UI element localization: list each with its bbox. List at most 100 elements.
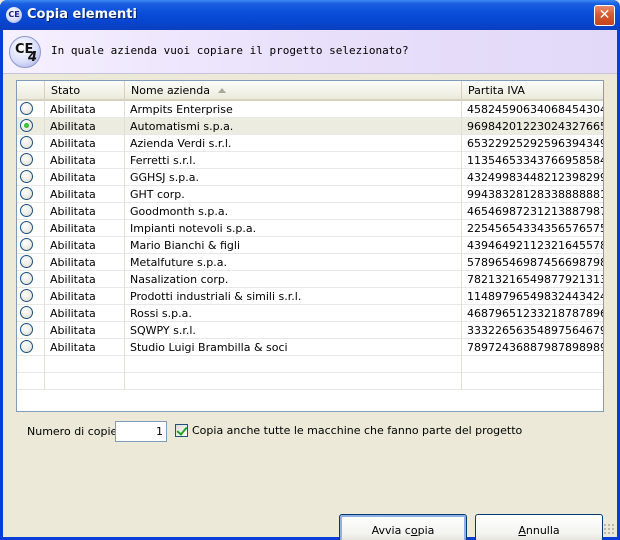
row-radio-cell[interactable] bbox=[17, 254, 45, 271]
row-nome: Prodotti industriali & simili s.r.l. bbox=[125, 288, 462, 305]
table-row[interactable]: Abilitata GHT corp. 99438328128338888881 bbox=[17, 186, 603, 203]
row-select-radio[interactable] bbox=[20, 323, 33, 336]
row-piva: 45824590634068454304 bbox=[467, 103, 603, 116]
copies-label: Numero di copie: bbox=[27, 425, 122, 438]
row-stato: Abilitata bbox=[45, 322, 125, 339]
company-grid[interactable]: Stato Nome azienda Partita IVA Abilitata… bbox=[16, 80, 604, 412]
table-row[interactable]: Abilitata Azienda Verdi s.r.l. 65322925292… bbox=[17, 135, 603, 152]
row-radio-cell[interactable] bbox=[17, 203, 45, 220]
row-piva: 22545654334356576575 bbox=[467, 222, 603, 235]
table-row[interactable]: Abilitata Rossi s.p.a. 4687965123321878789… bbox=[17, 305, 603, 322]
row-nome: Impianti notevoli s.p.a. bbox=[125, 220, 462, 237]
row-piva: 11489796549832443424 bbox=[467, 290, 603, 303]
resize-grip-icon[interactable] bbox=[603, 523, 615, 535]
column-header-stato[interactable]: Stato bbox=[45, 81, 125, 100]
column-header-radio bbox=[17, 81, 45, 100]
table-row[interactable]: Abilitata Studio Luigi Brambilla & soci 78… bbox=[17, 339, 603, 356]
title-bar[interactable]: CE Copia elementi ✕ bbox=[0, 0, 620, 30]
row-select-radio[interactable] bbox=[20, 289, 33, 302]
row-select-radio[interactable] bbox=[20, 221, 33, 234]
row-radio-cell[interactable] bbox=[17, 288, 45, 305]
row-piva: 78213216549877921313 bbox=[467, 273, 603, 286]
row-select-radio[interactable] bbox=[20, 153, 33, 166]
grid-header: Stato Nome azienda Partita IVA bbox=[17, 81, 603, 101]
dialog-body: CE 4 In quale azienda vuoi copiare il pro… bbox=[3, 30, 617, 540]
app-icon: CE bbox=[6, 7, 22, 23]
sort-ascending-icon bbox=[217, 88, 226, 93]
row-radio-cell[interactable] bbox=[17, 169, 45, 186]
row-radio-cell[interactable] bbox=[17, 237, 45, 254]
row-piva: 33322656354897564679 bbox=[467, 324, 603, 337]
grid-rows: Abilitata Armpits Enterprise 4582459063406… bbox=[17, 101, 603, 390]
row-nome: SQWPY s.r.l. bbox=[125, 322, 462, 339]
row-piva: 57896546987456698798 bbox=[467, 256, 603, 269]
window-title: Copia elementi bbox=[27, 7, 137, 22]
row-select-radio[interactable] bbox=[20, 340, 33, 353]
row-radio-cell[interactable] bbox=[17, 305, 45, 322]
close-button[interactable]: ✕ bbox=[594, 5, 615, 26]
row-select-radio[interactable] bbox=[20, 102, 33, 115]
row-radio-cell[interactable] bbox=[17, 186, 45, 203]
row-radio-cell[interactable] bbox=[17, 271, 45, 288]
row-piva: 11354653343766958584 bbox=[467, 154, 603, 167]
table-row[interactable]: Abilitata Goodmonth s.p.a. 465469872312138… bbox=[17, 203, 603, 220]
row-nome: Studio Luigi Brambilla & soci bbox=[125, 339, 462, 356]
table-row[interactable]: Abilitata GGHSJ s.p.a. 4324998344821239829… bbox=[17, 169, 603, 186]
row-radio-cell[interactable] bbox=[17, 118, 45, 135]
column-header-nome[interactable]: Nome azienda bbox=[125, 81, 462, 100]
row-radio-cell[interactable] bbox=[17, 220, 45, 237]
table-row[interactable]: Abilitata Nasalization corp. 7821321654987… bbox=[17, 271, 603, 288]
ce4-logo-icon: CE 4 bbox=[9, 36, 41, 68]
row-select-radio[interactable] bbox=[20, 255, 33, 268]
question-header: CE 4 In quale azienda vuoi copiare il pro… bbox=[3, 30, 617, 74]
row-stato: Abilitata bbox=[45, 220, 125, 237]
row-nome bbox=[125, 373, 462, 390]
row-radio-cell[interactable] bbox=[17, 339, 45, 356]
table-row[interactable]: Abilitata Armpits Enterprise 4582459063406… bbox=[17, 101, 603, 118]
column-header-piva[interactable]: Partita IVA bbox=[462, 81, 603, 100]
row-piva: 65322925292596394349 9 bbox=[467, 137, 603, 150]
row-nome: Armpits Enterprise bbox=[125, 101, 462, 118]
row-piva: 43249983448212398299 bbox=[467, 171, 603, 184]
table-row[interactable]: Abilitata Impianti notevoli s.p.a. 2254565… bbox=[17, 220, 603, 237]
row-radio-cell bbox=[17, 373, 45, 390]
copies-input[interactable] bbox=[115, 421, 167, 442]
row-stato: Abilitata bbox=[45, 152, 125, 169]
table-row[interactable]: Abilitata Metalfuture s.p.a. 5789654698745… bbox=[17, 254, 603, 271]
cancel-button[interactable]: Annulla bbox=[475, 514, 603, 540]
row-radio-cell[interactable] bbox=[17, 135, 45, 152]
table-row[interactable]: Abilitata Ferretti s.r.l. 1135465334376695… bbox=[17, 152, 603, 169]
row-nome: GGHSJ s.p.a. bbox=[125, 169, 462, 186]
row-radio-cell[interactable] bbox=[17, 101, 45, 118]
row-select-radio[interactable] bbox=[20, 119, 33, 132]
row-select-radio[interactable] bbox=[20, 136, 33, 149]
row-nome: Mario Bianchi & figli bbox=[125, 237, 462, 254]
row-select-radio[interactable] bbox=[20, 170, 33, 183]
row-stato: Abilitata bbox=[45, 254, 125, 271]
row-radio-cell[interactable] bbox=[17, 322, 45, 339]
row-piva: 96984201223024327665 bbox=[467, 120, 603, 133]
table-row[interactable]: Abilitata Automatismi s.p.a. 9698420122302… bbox=[17, 118, 603, 135]
row-stato: Abilitata bbox=[45, 237, 125, 254]
copy-machines-checkbox[interactable] bbox=[175, 424, 188, 437]
row-stato: Abilitata bbox=[45, 135, 125, 152]
row-radio-cell[interactable] bbox=[17, 152, 45, 169]
row-stato: Abilitata bbox=[45, 271, 125, 288]
row-piva: 43946492112321645578 bbox=[467, 239, 603, 252]
row-stato: Abilitata bbox=[45, 305, 125, 322]
row-piva: 46879651233218787896 bbox=[467, 307, 603, 320]
start-copy-button[interactable]: Avvia copia bbox=[339, 514, 467, 540]
table-row[interactable]: Abilitata SQWPY s.r.l. 3332265635489756467… bbox=[17, 322, 603, 339]
row-select-radio[interactable] bbox=[20, 204, 33, 217]
row-stato bbox=[45, 356, 125, 373]
row-select-radio[interactable] bbox=[20, 306, 33, 319]
row-stato: Abilitata bbox=[45, 203, 125, 220]
row-piva bbox=[462, 373, 603, 390]
table-row[interactable]: Abilitata Mario Bianchi & figli 4394649211… bbox=[17, 237, 603, 254]
table-row[interactable]: Abilitata Prodotti industriali & simili s… bbox=[17, 288, 603, 305]
row-select-radio[interactable] bbox=[20, 187, 33, 200]
row-select-radio[interactable] bbox=[20, 272, 33, 285]
question-text: In quale azienda vuoi copiare il progett… bbox=[51, 44, 409, 57]
row-select-radio[interactable] bbox=[20, 238, 33, 251]
copy-machines-label[interactable]: Copia anche tutte le macchine che fanno … bbox=[192, 424, 522, 437]
